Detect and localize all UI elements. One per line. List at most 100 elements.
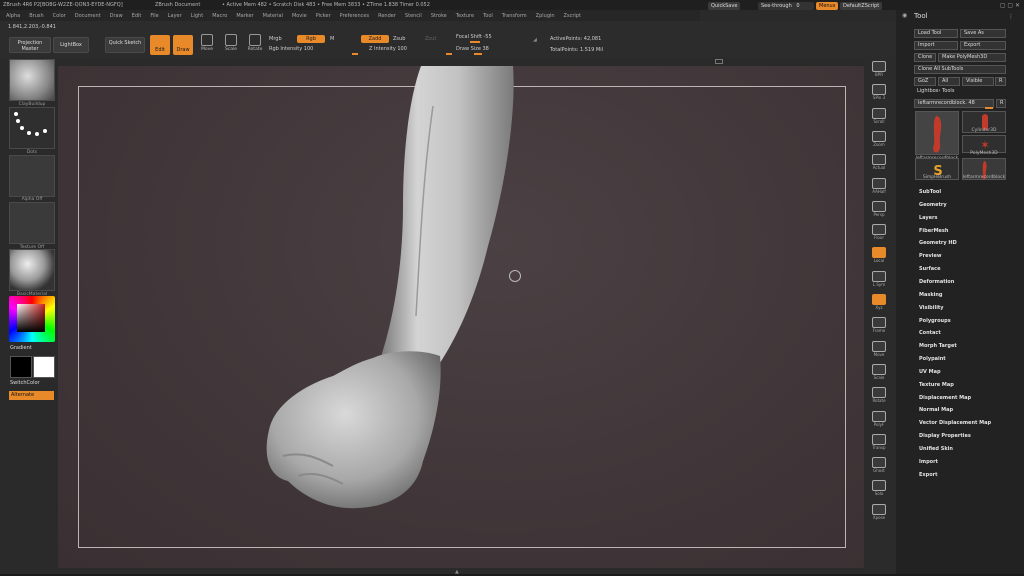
palette-section-visibility[interactable]: Visibility bbox=[919, 305, 944, 311]
shelf-persp-button[interactable]: Persp bbox=[868, 200, 890, 219]
palette-options-icon[interactable]: ⋮ bbox=[1008, 13, 1014, 20]
menu-item-alpha[interactable]: Alpha bbox=[6, 13, 20, 19]
move-button[interactable]: Move bbox=[196, 32, 218, 58]
canvas-scroll-handle[interactable] bbox=[715, 59, 723, 64]
see-through-slider[interactable]: See-through 0 bbox=[758, 2, 814, 10]
shelf-rotate-button[interactable]: Rotate bbox=[868, 387, 890, 405]
shelf-xpose-button[interactable]: Xpose bbox=[868, 503, 890, 522]
palette-section-normal-map[interactable]: Normal Map bbox=[919, 407, 953, 413]
default-zscript-button[interactable]: DefaultZScript bbox=[840, 2, 883, 10]
goz-visible-button[interactable]: Visible bbox=[962, 77, 994, 86]
menu-item-transform[interactable]: Transform bbox=[502, 13, 527, 19]
quicksave-button[interactable]: QuickSave bbox=[708, 2, 741, 10]
alternate-button[interactable]: Alternate bbox=[9, 391, 54, 400]
shelf-local-button[interactable]: Local bbox=[868, 247, 890, 265]
menus-button[interactable]: Menus bbox=[816, 2, 839, 10]
clone-all-subtools-button[interactable]: Clone All SubTools bbox=[914, 65, 1006, 74]
texture-thumbnail[interactable] bbox=[9, 202, 55, 244]
palette-pin-icon[interactable]: ◉ bbox=[902, 12, 907, 19]
zadd-button[interactable]: Zadd bbox=[361, 35, 389, 43]
menu-item-zscript[interactable]: Zscript bbox=[564, 13, 581, 19]
rotate-button[interactable]: Rotate bbox=[244, 32, 266, 58]
shelf-move-button[interactable]: Move bbox=[868, 340, 890, 359]
color-picker[interactable] bbox=[9, 296, 55, 342]
menu-item-file[interactable]: File bbox=[150, 13, 158, 19]
palette-section-masking[interactable]: Masking bbox=[919, 292, 943, 298]
shelf-zoom-button[interactable]: Zoom bbox=[868, 130, 890, 149]
bottom-tray-toggle-icon[interactable]: ▲ bbox=[455, 569, 459, 575]
palette-section-morph-target[interactable]: Morph Target bbox=[919, 343, 957, 349]
z-intensity-slider[interactable]: Z Intensity 100 bbox=[369, 46, 407, 52]
goz-button[interactable]: GoZ bbox=[914, 77, 936, 86]
menu-item-texture[interactable]: Texture bbox=[456, 13, 474, 19]
shelf-actual-button[interactable]: Actual bbox=[868, 154, 890, 172]
shelf-xyz-button[interactable]: Xyz bbox=[868, 294, 890, 312]
clone-button[interactable]: Clone bbox=[914, 53, 936, 62]
export-tool-button[interactable]: Export bbox=[960, 41, 1006, 50]
menu-item-render[interactable]: Render bbox=[378, 13, 396, 19]
menu-item-color[interactable]: Color bbox=[53, 13, 66, 19]
switch-color-button[interactable]: SwitchColor bbox=[10, 380, 40, 386]
shelf-ghost-button[interactable]: Ghost bbox=[868, 457, 890, 475]
goz-r-button[interactable]: R bbox=[995, 77, 1006, 86]
goz-all-button[interactable]: All bbox=[938, 77, 960, 86]
menu-item-stencil[interactable]: Stencil bbox=[405, 13, 422, 19]
menu-item-movie[interactable]: Movie bbox=[292, 13, 307, 19]
shelf-aahalf-button[interactable]: AAHalf bbox=[868, 177, 890, 196]
edit-button[interactable]: Edit bbox=[150, 35, 170, 55]
rgb-intensity-slider[interactable]: Rgb Intensity 100 bbox=[269, 46, 313, 52]
stroke-thumbnail[interactable] bbox=[9, 107, 55, 149]
palette-section-fibermesh[interactable]: FiberMesh bbox=[919, 228, 948, 234]
shelf-transp-button[interactable]: Transp bbox=[868, 433, 890, 452]
menu-item-edit[interactable]: Edit bbox=[132, 13, 142, 19]
menu-item-document[interactable]: Document bbox=[75, 13, 101, 19]
make-polymesh-button[interactable]: Make PolyMesh3D bbox=[938, 53, 1006, 62]
draw-button[interactable]: Draw bbox=[173, 35, 193, 55]
palette-section-import[interactable]: Import bbox=[919, 459, 938, 465]
color-square[interactable] bbox=[17, 304, 45, 332]
quick-sketch-button[interactable]: Quick Sketch bbox=[105, 37, 145, 53]
shelf-spix-3-button[interactable]: SPix 3 bbox=[868, 84, 890, 102]
palette-section-unified-skin[interactable]: Unified Skin bbox=[919, 446, 953, 452]
shelf-solo-button[interactable]: Solo bbox=[868, 480, 890, 498]
palette-section-subtool[interactable]: SubTool bbox=[919, 189, 941, 195]
save-as-button[interactable]: Save As bbox=[960, 29, 1006, 38]
menu-item-draw[interactable]: Draw bbox=[110, 13, 123, 19]
menu-item-layer[interactable]: Layer bbox=[168, 13, 182, 19]
alpha-thumbnail[interactable] bbox=[9, 155, 55, 197]
palette-section-export[interactable]: Export bbox=[919, 472, 938, 478]
palette-section-polygroups[interactable]: Polygroups bbox=[919, 318, 951, 324]
palette-section-geometry-hd[interactable]: Geometry HD bbox=[919, 240, 957, 246]
menu-item-brush[interactable]: Brush bbox=[29, 13, 43, 19]
mrgb-button[interactable]: Mrgb bbox=[269, 36, 282, 42]
palette-section-surface[interactable]: Surface bbox=[919, 266, 941, 272]
secondary-color-swatch[interactable] bbox=[33, 356, 55, 378]
palette-section-displacement-map[interactable]: Displacement Map bbox=[919, 395, 971, 401]
lightbox-tools-button[interactable]: Lightbox› Tools bbox=[914, 88, 1006, 97]
load-tool-button[interactable]: Load Tool bbox=[914, 29, 958, 38]
material-thumbnail[interactable] bbox=[9, 249, 55, 291]
shelf-polyf-button[interactable]: PolyF bbox=[868, 410, 890, 429]
current-tool-slider[interactable]: leftarmrecordblock. 48 bbox=[914, 99, 994, 108]
dynamic-toggle[interactable]: ◢ bbox=[533, 37, 537, 43]
palette-section-polypaint[interactable]: Polypaint bbox=[919, 356, 946, 362]
menu-item-macro[interactable]: Macro bbox=[212, 13, 227, 19]
palette-section-display-properties[interactable]: Display Properties bbox=[919, 433, 971, 439]
menu-item-marker[interactable]: Marker bbox=[236, 13, 253, 19]
menu-item-material[interactable]: Material bbox=[263, 13, 283, 19]
m-button[interactable]: M bbox=[330, 36, 334, 42]
menu-item-zplugin[interactable]: Zplugin bbox=[536, 13, 555, 19]
palette-section-contact[interactable]: Contact bbox=[919, 330, 941, 336]
shelf-l-sym-button[interactable]: L.Sym bbox=[868, 270, 890, 289]
import-tool-button[interactable]: Import bbox=[914, 41, 958, 50]
palette-section-vector-displacement-map[interactable]: Vector Displacement Map bbox=[919, 420, 991, 426]
lightbox-button[interactable]: LightBox bbox=[53, 37, 89, 53]
palette-section-preview[interactable]: Preview bbox=[919, 253, 942, 259]
menu-item-preferences[interactable]: Preferences bbox=[340, 13, 369, 19]
shelf-frame-button[interactable]: Frame bbox=[868, 317, 890, 335]
palette-section-deformation[interactable]: Deformation bbox=[919, 279, 954, 285]
palette-section-uv-map[interactable]: UV Map bbox=[919, 369, 941, 375]
brush-thumbnail[interactable] bbox=[9, 59, 55, 101]
shelf-scroll-button[interactable]: Scroll bbox=[868, 107, 890, 126]
menu-item-light[interactable]: Light bbox=[191, 13, 203, 19]
